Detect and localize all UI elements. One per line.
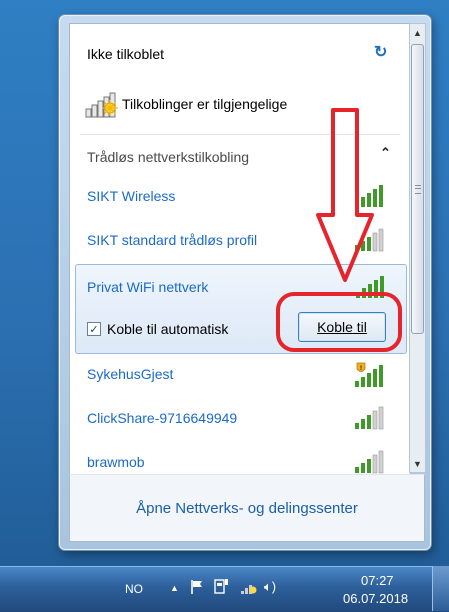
- show-hidden-icons-icon[interactable]: ▲: [170, 583, 179, 593]
- language-indicator[interactable]: NO: [125, 582, 143, 596]
- volume-icon[interactable]: 🔈︎): [264, 579, 276, 595]
- action-center-flag-icon[interactable]: [190, 579, 204, 598]
- device-icon[interactable]: [214, 578, 230, 599]
- network-tray-icon[interactable]: [240, 581, 258, 598]
- clock-time[interactable]: 07:27: [361, 573, 394, 588]
- annotation-highlight-ellipse: [276, 292, 402, 352]
- show-desktop-button[interactable]: [432, 566, 449, 611]
- clock-date[interactable]: 06.07.2018: [343, 591, 408, 606]
- taskbar: NO ▲ 🔈︎) 07:27 06.07.2018: [0, 566, 449, 612]
